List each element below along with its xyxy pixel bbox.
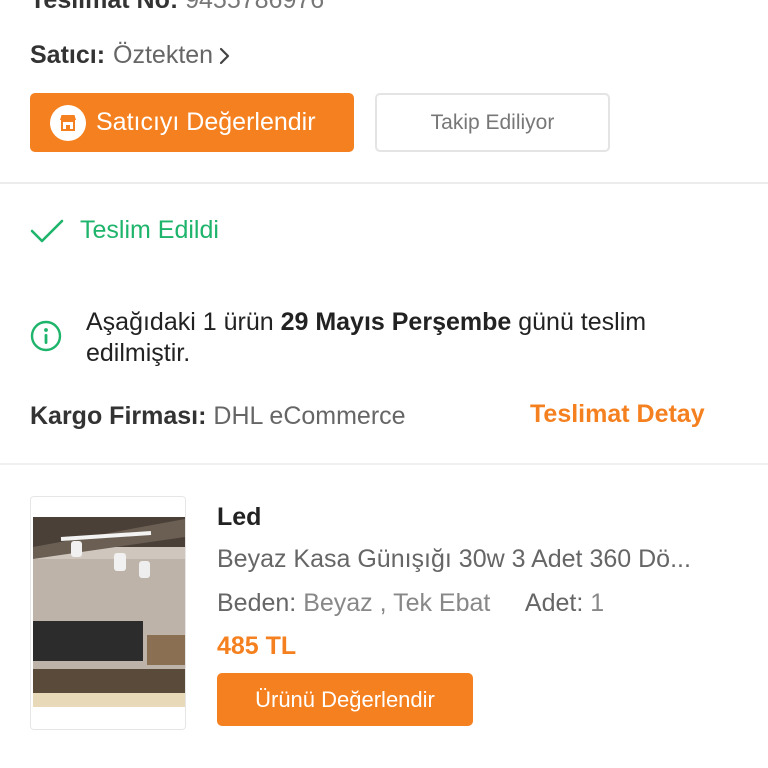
delivery-detail-link[interactable]: Teslimat Detay bbox=[530, 400, 705, 429]
product-image[interactable] bbox=[30, 496, 186, 730]
follow-label: Takip Ediliyor bbox=[430, 110, 555, 134]
rate-product-label: Ürünü Değerlendir bbox=[255, 686, 435, 712]
carrier-name: DHL eCommerce bbox=[213, 402, 406, 430]
product-name[interactable]: Beyaz Kasa Günışığı 30w 3 Adet 360 Dö... bbox=[217, 545, 737, 574]
delivery-status: Teslim Edildi bbox=[30, 216, 219, 245]
store-icon bbox=[50, 104, 86, 141]
product-attributes: Beden: Beyaz , Tek Ebat Adet: 1 bbox=[217, 589, 604, 618]
delivery-info-text: Aşağıdaki 1 ürün 29 Mayıs Perşembe günü … bbox=[86, 307, 716, 369]
rate-product-button[interactable]: Ürünü Değerlendir bbox=[217, 673, 473, 726]
delivery-info: Aşağıdaki 1 ürün 29 Mayıs Perşembe günü … bbox=[30, 307, 716, 369]
delivery-number-row: Teslimat No: 9455786976 bbox=[30, 0, 324, 15]
delivery-number-label: Teslimat No: bbox=[30, 0, 179, 14]
quantity-value: 1 bbox=[590, 589, 605, 617]
section-divider bbox=[0, 463, 768, 465]
product-price: 485 TL bbox=[217, 632, 297, 660]
carrier-label: Kargo Firması: bbox=[30, 402, 207, 430]
check-icon bbox=[30, 218, 64, 244]
seller-label: Satıcı: bbox=[30, 41, 106, 69]
rate-seller-button[interactable]: Satıcıyı Değerlendir bbox=[30, 93, 354, 152]
carrier-row: Kargo Firması: DHL eCommerce bbox=[30, 402, 406, 431]
size-label: Beden: bbox=[217, 589, 297, 617]
info-prefix: Aşağıdaki 1 ürün bbox=[86, 308, 281, 336]
delivery-number-value: 9455786976 bbox=[185, 0, 325, 14]
seller-row[interactable]: Satıcı: Öztekten bbox=[30, 41, 231, 70]
seller-name[interactable]: Öztekten bbox=[113, 41, 213, 70]
info-date: 29 Mayıs Perşembe bbox=[280, 308, 512, 336]
product-brand[interactable]: Led bbox=[217, 503, 261, 532]
quantity-label: Adet: bbox=[524, 589, 584, 617]
section-divider bbox=[0, 182, 768, 184]
rate-seller-label: Satıcıyı Değerlendir bbox=[96, 108, 316, 136]
delivery-status-label: Teslim Edildi bbox=[80, 216, 219, 244]
follow-button[interactable]: Takip Ediliyor bbox=[375, 93, 610, 152]
chevron-right-icon bbox=[219, 47, 231, 65]
size-value: Beyaz , Tek Ebat bbox=[303, 589, 491, 617]
info-icon bbox=[30, 320, 62, 352]
